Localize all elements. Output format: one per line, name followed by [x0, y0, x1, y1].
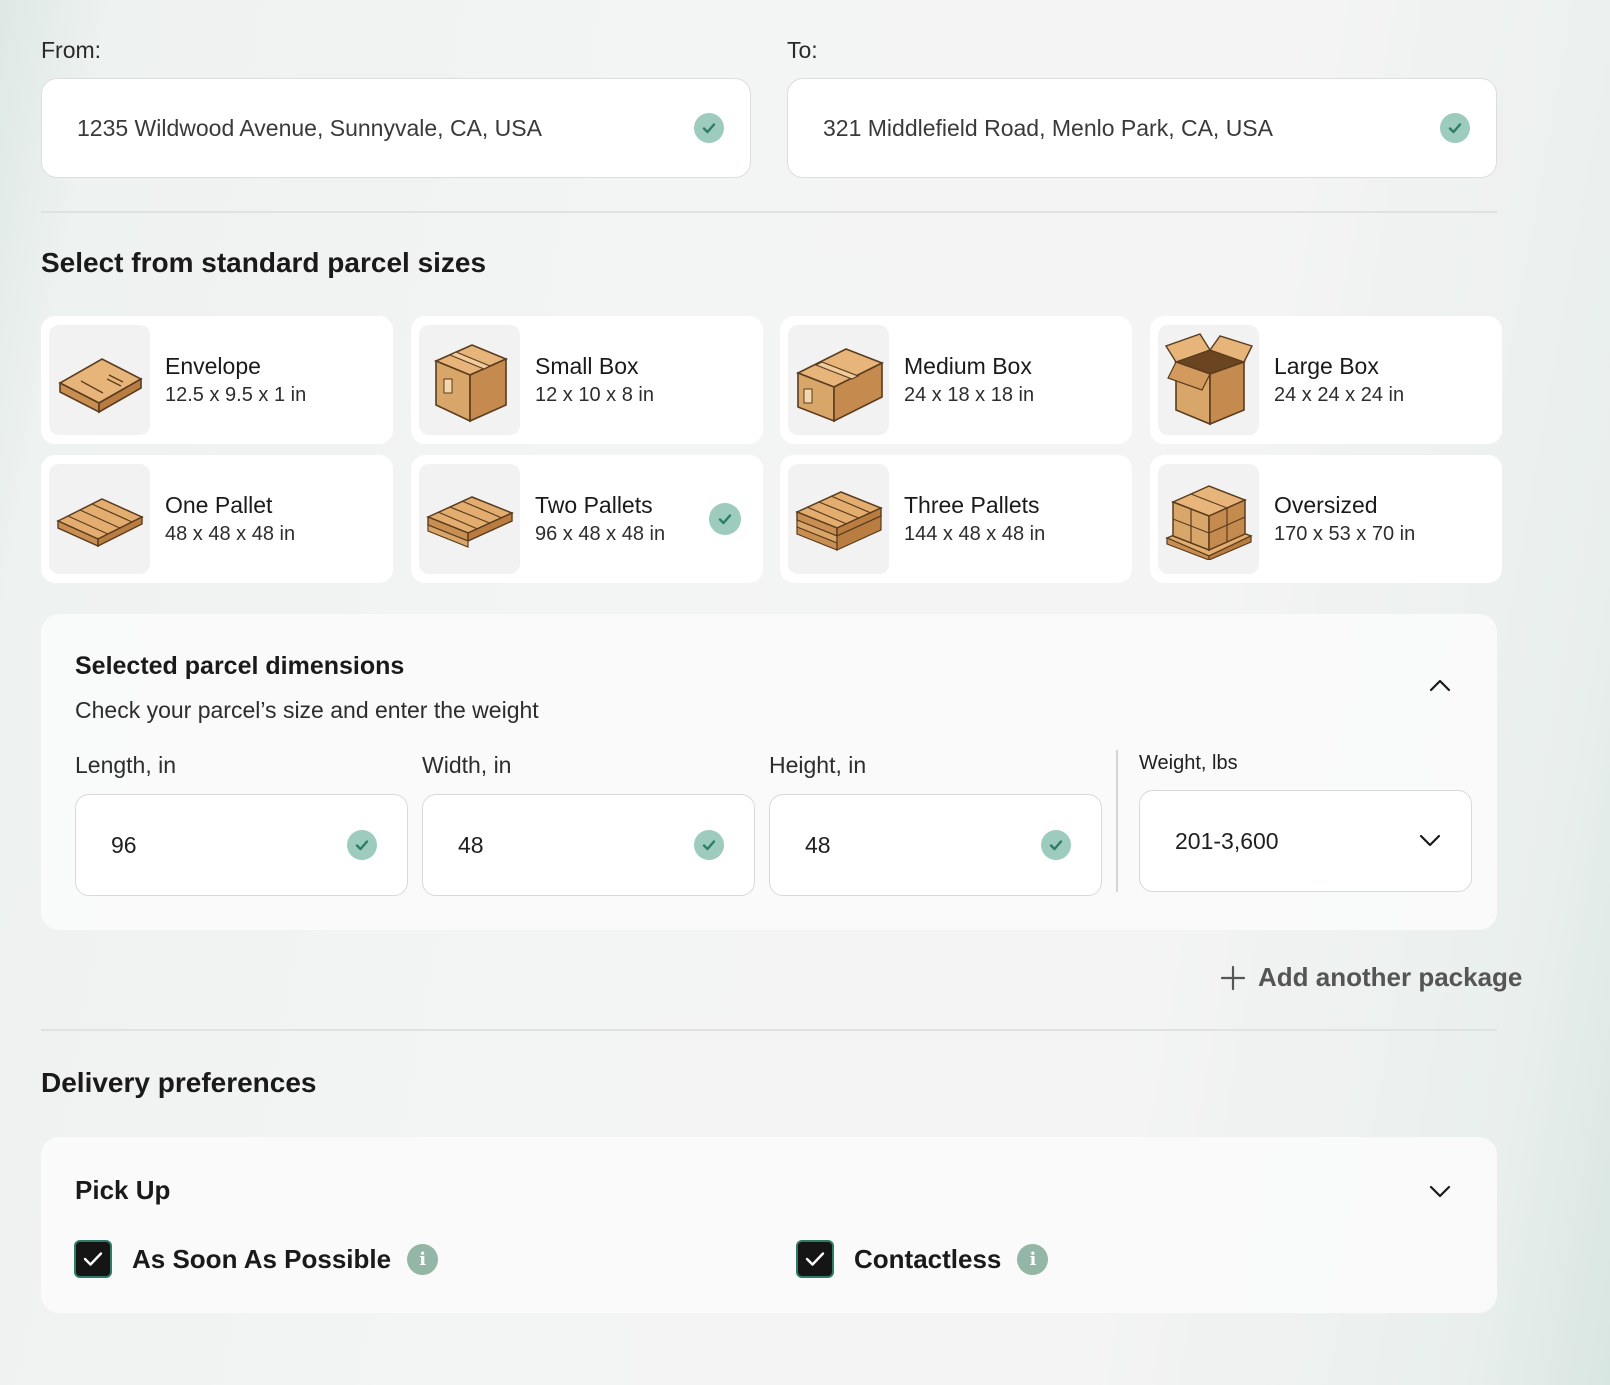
valid-check-icon — [347, 830, 377, 860]
parcel-card-one-pallet[interactable]: One Pallet 48 x 48 x 48 in — [41, 455, 393, 583]
parcel-dims: 12 x 10 x 8 in — [535, 384, 654, 406]
parcel-name: Oversized — [1274, 492, 1378, 518]
vertical-divider — [1116, 750, 1118, 892]
parcel-card-oversized[interactable]: Oversized 170 x 53 x 70 in — [1150, 455, 1502, 583]
delivery-title: Delivery preferences — [41, 1067, 317, 1098]
info-icon[interactable]: i — [1017, 1243, 1049, 1275]
contactless-option[interactable]: Contactless i — [796, 1240, 1049, 1278]
weight-select[interactable]: 201-3,600 — [1139, 790, 1472, 892]
parcel-card-envelope[interactable]: Envelope 12.5 x 9.5 x 1 in — [41, 316, 393, 444]
parcel-dims: 144 x 48 x 48 in — [904, 523, 1046, 545]
parcel-name: Large Box — [1274, 353, 1379, 379]
height-input[interactable]: 48 — [769, 794, 1102, 896]
parcel-dims: 96 x 48 x 48 in — [535, 523, 666, 545]
parcel-dimensions-panel: Selected parcel dimensions Check your pa… — [41, 614, 1497, 930]
length-value: 96 — [111, 831, 137, 858]
parcel-name: Medium Box — [904, 353, 1032, 379]
width-value: 48 — [458, 831, 484, 858]
large-box-icon — [1158, 325, 1259, 435]
parcel-dims: 170 x 53 x 70 in — [1274, 523, 1416, 545]
parcel-card-small-box[interactable]: Small Box 12 x 10 x 8 in — [411, 316, 763, 444]
parcel-card-large-box[interactable]: Large Box 24 x 24 x 24 in — [1150, 316, 1502, 444]
dimensions-title: Selected parcel dimensions — [75, 652, 405, 680]
weight-label: Weight, lbs — [1139, 752, 1238, 774]
info-icon[interactable]: i — [407, 1243, 439, 1275]
divider — [41, 1029, 1497, 1031]
parcel-dims: 24 x 24 x 24 in — [1274, 384, 1405, 406]
height-value: 48 — [805, 831, 831, 858]
to-address-value: 321 Middlefield Road, Menlo Park, CA, US… — [823, 114, 1273, 141]
valid-check-icon — [694, 113, 724, 143]
asap-option[interactable]: As Soon As Possible i — [74, 1240, 439, 1278]
oversized-icon — [1158, 464, 1259, 574]
from-label: From: — [41, 37, 102, 63]
to-address-field[interactable]: 321 Middlefield Road, Menlo Park, CA, US… — [787, 78, 1497, 178]
width-label: Width, in — [422, 752, 512, 778]
from-address-field[interactable]: 1235 Wildwood Avenue, Sunnyvale, CA, USA — [41, 78, 751, 178]
chevron-up-icon[interactable] — [1425, 670, 1455, 700]
valid-check-icon — [1041, 830, 1071, 860]
plus-icon — [1220, 965, 1246, 991]
parcel-name: One Pallet — [165, 492, 273, 518]
parcel-card-three-pallets[interactable]: Three Pallets 144 x 48 x 48 in — [780, 455, 1132, 583]
three-pallets-icon — [788, 464, 889, 574]
parcel-card-medium-box[interactable]: Medium Box 24 x 18 x 18 in — [780, 316, 1132, 444]
valid-check-icon — [694, 830, 724, 860]
contactless-label: Contactless — [854, 1243, 1002, 1274]
envelope-icon — [49, 325, 150, 435]
parcel-dims: 12.5 x 9.5 x 1 in — [165, 384, 307, 406]
two-pallets-icon — [419, 464, 520, 574]
dimensions-subtitle: Check your parcel’s size and enter the w… — [75, 697, 539, 723]
parcel-dims: 24 x 18 x 18 in — [904, 384, 1035, 406]
length-input[interactable]: 96 — [75, 794, 408, 896]
from-address-value: 1235 Wildwood Avenue, Sunnyvale, CA, USA — [77, 114, 542, 141]
add-package-button[interactable]: Add another package — [1220, 962, 1522, 993]
parcel-dims: 48 x 48 x 48 in — [165, 523, 296, 545]
parcel-sizes-title: Select from standard parcel sizes — [41, 247, 487, 278]
pickup-title: Pick Up — [75, 1175, 171, 1205]
asap-checkbox[interactable] — [74, 1240, 112, 1278]
selected-check-icon — [709, 503, 741, 535]
parcel-card-two-pallets[interactable]: Two Pallets 96 x 48 x 48 in — [411, 455, 763, 583]
chevron-down-icon — [1419, 834, 1441, 848]
height-label: Height, in — [769, 752, 867, 778]
contactless-checkbox[interactable] — [796, 1240, 834, 1278]
to-label: To: — [787, 37, 818, 63]
parcel-name: Envelope — [165, 353, 261, 379]
asap-label: As Soon As Possible — [132, 1243, 392, 1274]
width-input[interactable]: 48 — [422, 794, 755, 896]
divider — [41, 211, 1497, 213]
add-package-label: Add another package — [1258, 962, 1523, 992]
parcel-name: Two Pallets — [535, 492, 653, 518]
pallet-icon — [49, 464, 150, 574]
pickup-panel: Pick Up As Soon As Possible i Contactles… — [41, 1137, 1497, 1313]
medium-box-icon — [788, 325, 889, 435]
small-box-icon — [419, 325, 520, 435]
parcel-name: Small Box — [535, 353, 639, 379]
chevron-down-icon[interactable] — [1425, 1177, 1455, 1207]
valid-check-icon — [1440, 113, 1470, 143]
parcel-name: Three Pallets — [904, 492, 1040, 518]
weight-value: 201-3,600 — [1175, 827, 1279, 854]
length-label: Length, in — [75, 752, 177, 778]
